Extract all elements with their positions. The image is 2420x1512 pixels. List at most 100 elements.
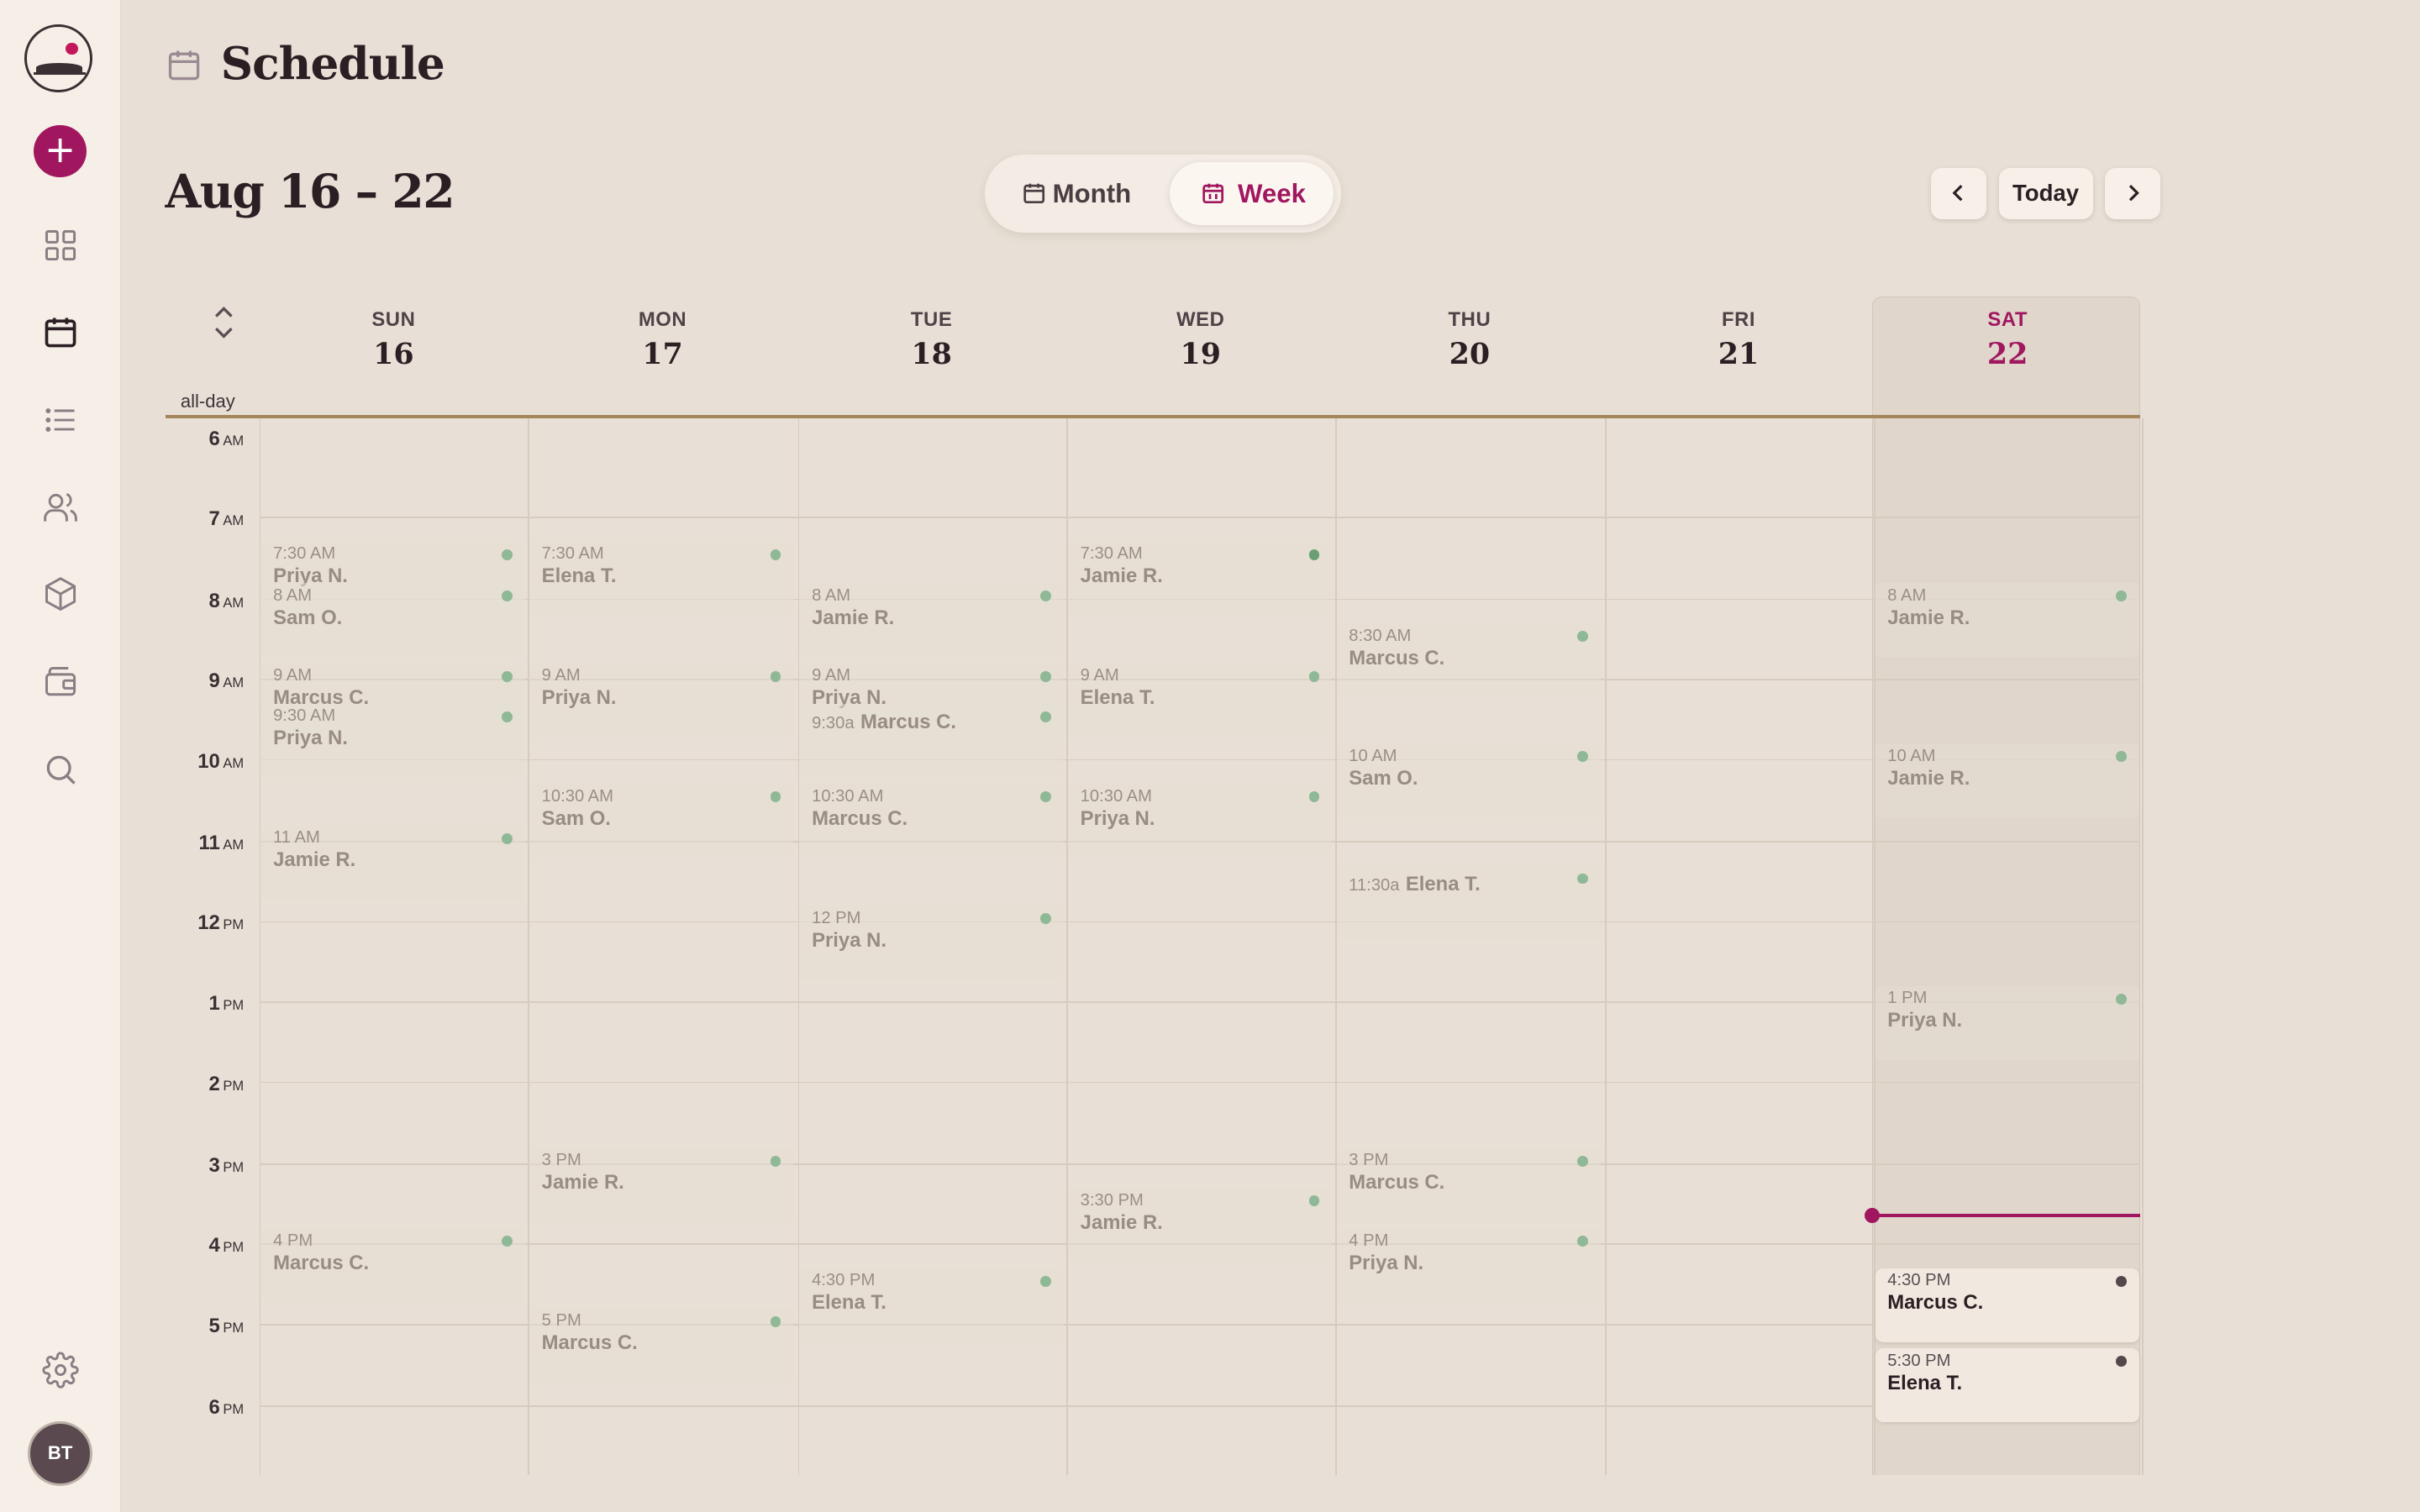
hour-label: 3 PM bbox=[208, 1153, 245, 1177]
status-dot bbox=[770, 670, 781, 682]
event-block[interactable]: 8 AM Sam O. bbox=[260, 583, 525, 658]
event-block[interactable]: 4 PM Marcus C. bbox=[260, 1228, 525, 1303]
month-view-label: Month bbox=[1052, 178, 1132, 208]
event-block[interactable]: 12 PM Priya N. bbox=[799, 906, 1064, 980]
event-time: 9 AM bbox=[1080, 666, 1119, 685]
event-title: Priya N. bbox=[812, 928, 886, 952]
event-block[interactable]: 11:30a Elena T. bbox=[1336, 865, 1601, 940]
event-time: 9:30 AM bbox=[273, 706, 336, 726]
event-block[interactable]: 8:30 AM Marcus C. bbox=[1336, 623, 1601, 698]
event-title: Marcus C. bbox=[860, 711, 956, 734]
event-time: 8 AM bbox=[273, 585, 313, 605]
event-title: Elena T. bbox=[1405, 873, 1481, 896]
event-block[interactable]: 7:30 AM Elena T. bbox=[529, 541, 794, 616]
event-block[interactable]: 9:30a Marcus C. bbox=[799, 703, 1064, 778]
hour-label: 7 AM bbox=[208, 507, 245, 531]
page-title: Schedule bbox=[220, 37, 445, 91]
day-header-thu[interactable]: THU 20 bbox=[1335, 308, 1604, 371]
day-of-week: THU bbox=[1448, 308, 1491, 332]
week-view-button[interactable]: Week bbox=[1170, 161, 1334, 226]
event-time: 10 AM bbox=[1887, 746, 1936, 765]
calendar-icon bbox=[1023, 183, 1044, 203]
event-time: 12 PM bbox=[812, 908, 861, 927]
day-header-mon[interactable]: MON 17 bbox=[529, 308, 797, 371]
event-title: Marcus C. bbox=[1349, 1171, 1445, 1194]
event-block[interactable]: 10:30 AM Priya N. bbox=[1067, 784, 1333, 858]
day-of-week: SUN bbox=[371, 308, 416, 332]
event-title: Jamie R. bbox=[1887, 766, 1970, 790]
list-icon[interactable] bbox=[42, 402, 79, 438]
event-time: 9 AM bbox=[273, 666, 313, 685]
event-time: 9 AM bbox=[541, 666, 581, 685]
previous-week-button[interactable] bbox=[1930, 168, 1986, 219]
event-block[interactable]: 1 PM Priya N. bbox=[1875, 985, 2139, 1060]
event-block[interactable]: 10:30 AM Sam O. bbox=[529, 784, 794, 858]
event-block[interactable]: 8 AM Jamie R. bbox=[1875, 583, 2139, 658]
event-block[interactable]: 9 AM Elena T. bbox=[1067, 663, 1333, 738]
day-header-fri[interactable]: FRI 21 bbox=[1604, 308, 1873, 371]
event-block[interactable]: 9 AM Priya N. bbox=[529, 663, 794, 738]
event-time: 11 AM bbox=[273, 828, 320, 848]
event-block[interactable]: 10 AM Sam O. bbox=[1336, 743, 1601, 818]
expand-collapse-icon[interactable] bbox=[208, 302, 239, 343]
event-time: 5:30 PM bbox=[1887, 1351, 1951, 1370]
event-time: 8:30 AM bbox=[1349, 626, 1412, 645]
event-block[interactable]: 5:30 PM Elena T. bbox=[1875, 1348, 2139, 1423]
day-number: 22 bbox=[1986, 336, 2028, 371]
event-time: 4:30 PM bbox=[812, 1271, 876, 1290]
day-header-wed[interactable]: WED 19 bbox=[1066, 308, 1335, 371]
event-time: 10:30 AM bbox=[1080, 786, 1152, 806]
hour-label: 10 AM bbox=[197, 749, 245, 773]
status-dot bbox=[770, 549, 781, 560]
event-block[interactable]: 10:30 AM Marcus C. bbox=[799, 784, 1064, 858]
search-icon[interactable] bbox=[42, 751, 79, 788]
day-header-sun[interactable]: SUN 16 bbox=[260, 308, 529, 371]
event-title: Sam O. bbox=[541, 806, 611, 830]
event-title: Priya N. bbox=[1887, 1009, 1963, 1032]
status-dot bbox=[2116, 1275, 2127, 1287]
event-block[interactable]: 5 PM Marcus C. bbox=[529, 1308, 794, 1383]
day-number: 21 bbox=[1718, 336, 1760, 371]
event-block[interactable]: 3 PM Marcus C. bbox=[1336, 1147, 1601, 1222]
event-title: Jamie R. bbox=[1887, 606, 1970, 629]
calendar-icon[interactable] bbox=[42, 313, 79, 350]
event-title: Marcus C. bbox=[541, 1331, 638, 1355]
event-block[interactable]: 4 PM Priya N. bbox=[1336, 1228, 1601, 1303]
status-dot bbox=[1039, 711, 1051, 722]
event-time: 3:30 PM bbox=[1080, 1190, 1144, 1210]
month-view-button[interactable]: Month bbox=[1000, 162, 1170, 225]
event-title: Jamie R. bbox=[541, 1171, 624, 1194]
add-event-button[interactable]: + bbox=[34, 124, 87, 178]
event-block[interactable]: 10 AM Jamie R. bbox=[1875, 743, 2139, 818]
hour-label: 6 PM bbox=[208, 1396, 245, 1420]
today-button[interactable]: Today bbox=[1998, 168, 2093, 219]
event-block[interactable]: 3:30 PM Jamie R. bbox=[1067, 1188, 1333, 1263]
event-block[interactable]: 4:30 PM Elena T. bbox=[799, 1268, 1064, 1342]
next-week-button[interactable] bbox=[2105, 168, 2161, 219]
event-time: 10 AM bbox=[1349, 746, 1397, 765]
people-icon[interactable] bbox=[42, 489, 79, 526]
event-block[interactable]: 8 AM Jamie R. bbox=[799, 583, 1064, 658]
app-logo[interactable] bbox=[24, 24, 93, 93]
dashboard-icon[interactable] bbox=[42, 227, 79, 264]
day-number: 20 bbox=[1449, 336, 1491, 371]
event-block[interactable]: 3 PM Jamie R. bbox=[529, 1147, 794, 1222]
day-header-sat[interactable]: SAT 22 bbox=[1873, 308, 2142, 371]
event-time: 5 PM bbox=[541, 1311, 581, 1331]
box-icon[interactable] bbox=[42, 575, 79, 612]
day-number: 16 bbox=[373, 336, 414, 371]
event-block[interactable]: 11 AM Jamie R. bbox=[260, 825, 525, 900]
hour-gridline bbox=[259, 1405, 2141, 1408]
event-block[interactable]: 4:30 PM Marcus C. bbox=[1875, 1268, 2139, 1342]
event-block[interactable]: 9:30 AM Priya N. bbox=[260, 703, 525, 778]
hour-gridline bbox=[259, 921, 2141, 923]
column-divider bbox=[1334, 417, 1337, 1475]
day-header-tue[interactable]: TUE 18 bbox=[797, 308, 1066, 371]
user-avatar[interactable]: BT bbox=[28, 1420, 93, 1486]
calendar-icon bbox=[166, 46, 203, 83]
settings-gear-icon[interactable] bbox=[41, 1352, 79, 1389]
event-title: Priya N. bbox=[273, 727, 348, 750]
hour-label: 6 AM bbox=[208, 427, 245, 450]
wallet-icon[interactable] bbox=[42, 664, 79, 701]
event-block[interactable]: 7:30 AM Jamie R. bbox=[1067, 541, 1333, 616]
